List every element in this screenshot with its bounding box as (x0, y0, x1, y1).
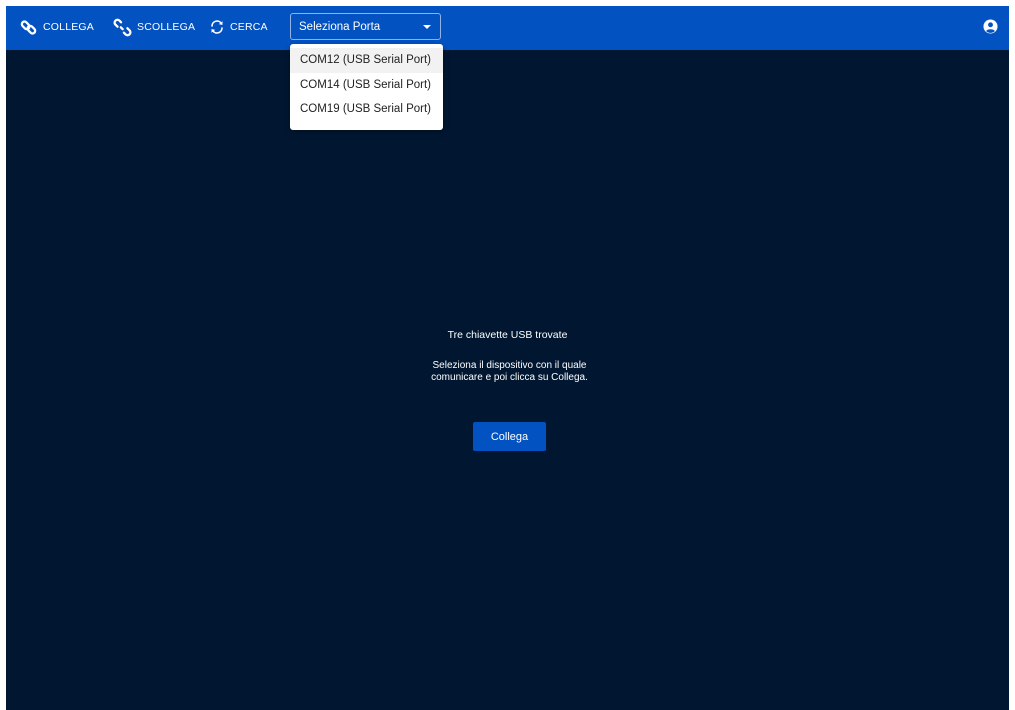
status-title: Tre chiavette USB trovate (447, 329, 568, 341)
dropdown-option[interactable]: COM19 (USB Serial Port) (290, 97, 443, 122)
search-label: CERCA (230, 21, 268, 33)
app-window: COLLEGA SCOLLEGA CERCA Seleziona Porta C… (6, 6, 1009, 710)
caret-down-icon (423, 25, 431, 29)
refresh-icon (209, 19, 225, 35)
user-circle-icon[interactable] (983, 19, 998, 34)
port-select-value: Seleziona Porta (299, 20, 381, 33)
link-icon (19, 18, 38, 37)
disconnect-button[interactable]: SCOLLEGA (113, 16, 195, 38)
unlink-icon (113, 18, 132, 37)
connect-label: COLLEGA (43, 21, 95, 33)
status-description: Seleziona il dispositivo con il quale co… (431, 360, 588, 383)
disconnect-label: SCOLLEGA (137, 21, 196, 33)
port-select[interactable]: Seleziona Porta (290, 13, 441, 40)
dropdown-option[interactable]: COM14 (USB Serial Port) (290, 73, 443, 98)
connect-button[interactable]: COLLEGA (19, 16, 94, 38)
search-button[interactable]: CERCA (209, 16, 268, 38)
port-dropdown-menu: COM12 (USB Serial Port) COM14 (USB Seria… (290, 44, 443, 130)
collega-button[interactable]: Collega (473, 422, 546, 451)
toolbar: COLLEGA SCOLLEGA CERCA Seleziona Porta (6, 6, 1009, 50)
dropdown-option[interactable]: COM12 (USB Serial Port) (290, 48, 443, 73)
